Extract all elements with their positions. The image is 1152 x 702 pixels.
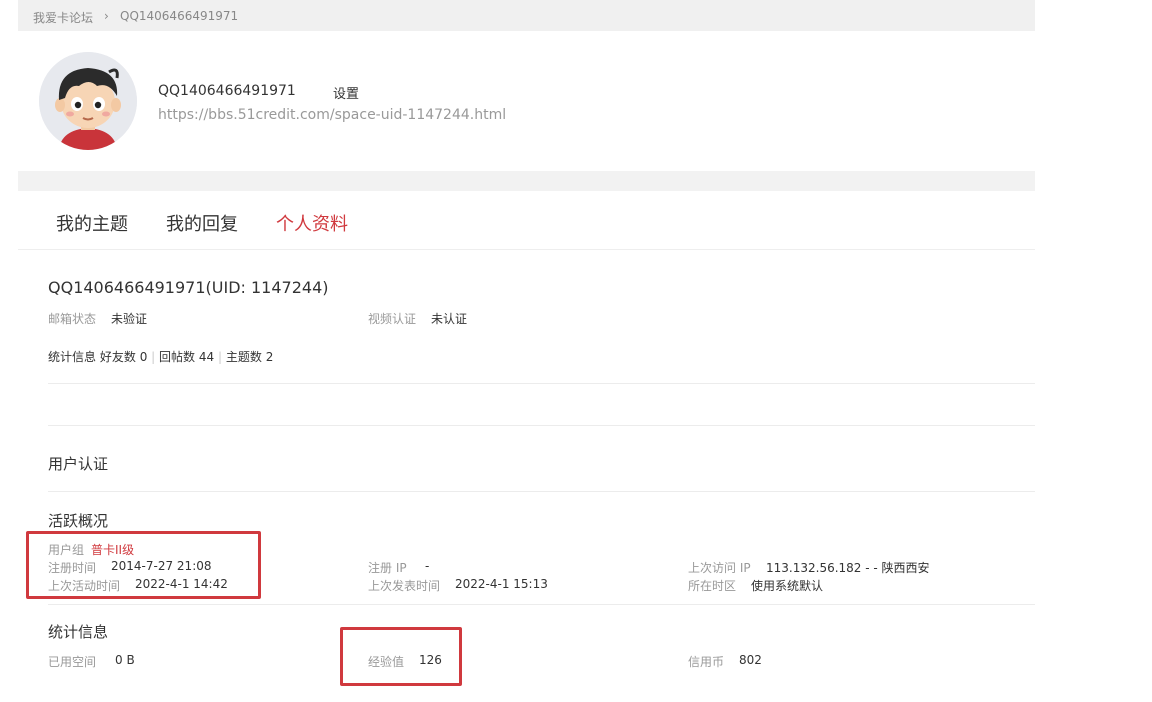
breadcrumb-current: QQ1406466491971 [120,9,239,23]
divider: | [217,350,223,364]
timezone-value: 使用系统默认 [751,579,824,593]
highlight-box-activity [26,531,261,599]
divider-line [48,383,1035,384]
breadcrumb: 我爱卡论坛 › QQ1406466491971 [18,0,1035,31]
tab-my-replies[interactable]: 我的回复 [166,210,238,236]
breadcrumb-home-link[interactable]: 我爱卡论坛 [33,9,93,26]
tab-my-topics[interactable]: 我的主题 [56,210,128,236]
settings-link[interactable]: 设置 [333,83,359,102]
stats-heading: 统计信息 [48,623,109,641]
email-status-value: 未验证 [111,312,148,326]
video-cert-label: 视频认证 [368,312,417,326]
used-space-value: 0 B [115,653,135,667]
topics-count-link[interactable]: 主题数 2 [226,350,273,364]
divider: | [151,350,156,364]
credit-coin-value: 802 [739,653,762,667]
register-ip-value: - [425,559,430,573]
email-status-label: 邮箱状态 [48,312,97,326]
friends-count-link[interactable]: 好友数 0 [100,350,147,364]
last-post-value: 2022-4-1 15:13 [455,577,548,591]
profile-content: 我的主题 我的回复 个人资料 QQ1406466491971(UID: 1147… [18,191,1035,702]
profile-header: QQ1406466491971 设置 https://bbs.51credit.… [18,31,1035,171]
user-title: QQ1406466491971(UID: 1147244) [48,278,329,297]
last-visit-ip-value: 113.132.56.182 - - 陕西西安 [766,561,930,575]
divider-line [48,491,1035,492]
user-cert-heading: 用户认证 [48,455,109,473]
video-cert-value: 未认证 [431,312,468,326]
tab-profile[interactable]: 个人资料 [276,210,348,236]
divider-line [48,425,1035,426]
replies-count-link[interactable]: 回帖数 44 [159,350,214,364]
timezone-label: 所在时区 [688,579,737,593]
cartoon-boy-icon [39,52,137,150]
last-post-label: 上次发表时间 [368,579,441,593]
credit-coin-label: 信用币 [688,655,725,669]
activity-heading: 活跃概况 [48,512,109,530]
register-ip-label: 注册 IP [368,561,407,575]
stats-summary-label: 统计信息 [48,350,97,364]
profile-space-url[interactable]: https://bbs.51credit.com/space-uid-11472… [158,107,506,123]
used-space-label: 已用空间 [48,655,97,669]
breadcrumb-separator: › [104,9,109,23]
highlight-box-experience [340,627,462,686]
profile-username: QQ1406466491971 [158,83,296,99]
tab-bar: 我的主题 我的回复 个人资料 [18,191,1035,250]
divider-line [48,604,1035,605]
stats-summary-line: 统计信息 好友数 0 | 回帖数 44 | 主题数 2 [48,348,273,365]
last-visit-ip-label: 上次访问 IP [688,561,751,575]
avatar[interactable] [39,52,137,150]
